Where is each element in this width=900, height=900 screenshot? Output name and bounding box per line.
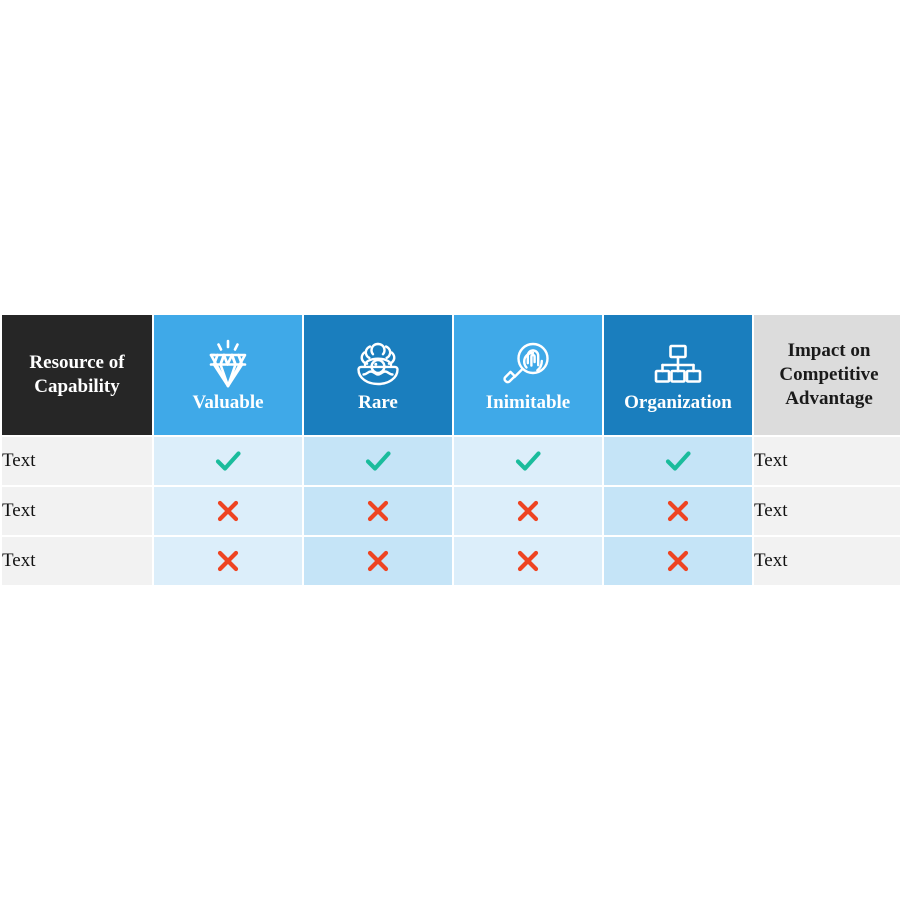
cell-organization[interactable] — [604, 437, 752, 485]
header-label-rare: Rare — [358, 391, 398, 413]
check-icon — [213, 451, 243, 471]
check-icon — [663, 451, 693, 471]
cell-organization[interactable] — [604, 487, 752, 535]
cell-resource: Text — [2, 487, 152, 535]
cross-icon — [663, 500, 693, 522]
cell-inimitable[interactable] — [454, 437, 602, 485]
diamond-icon — [200, 339, 256, 391]
header-label-organization: Organization — [624, 391, 732, 413]
oyster-pearl-icon — [350, 339, 406, 391]
fingerprint-magnifier-icon — [500, 339, 556, 391]
cross-icon — [363, 500, 393, 522]
cell-valuable[interactable] — [154, 537, 302, 585]
org-chart-icon — [650, 339, 706, 391]
header-label-valuable: Valuable — [192, 391, 264, 413]
cross-icon — [363, 550, 393, 572]
cell-inimitable[interactable] — [454, 537, 602, 585]
header-impact-competitive-advantage: Impact on Competitive Advantage — [754, 315, 900, 435]
cell-inimitable[interactable] — [454, 487, 602, 535]
cell-rare[interactable] — [304, 437, 452, 485]
cell-impact: Text — [754, 487, 900, 535]
check-icon — [513, 451, 543, 471]
cell-valuable[interactable] — [154, 487, 302, 535]
cell-impact: Text — [754, 437, 900, 485]
header-column-valuable[interactable]: Valuable — [154, 315, 302, 435]
cross-icon — [213, 500, 243, 522]
header-column-organization[interactable]: Organization — [604, 315, 752, 435]
vrio-framework-canvas: Resource of Capability Valuable Rare Ini… — [0, 0, 900, 900]
header-label-inimitable: Inimitable — [485, 391, 571, 413]
cell-rare[interactable] — [304, 487, 452, 535]
cross-icon — [213, 550, 243, 572]
table-row: Text Text — [2, 437, 900, 485]
check-icon — [363, 451, 393, 471]
vrio-table: Resource of Capability Valuable Rare Ini… — [0, 313, 900, 587]
cell-resource: Text — [2, 437, 152, 485]
table-header-row: Resource of Capability Valuable Rare Ini… — [2, 315, 900, 435]
table-row: Text Text — [2, 537, 900, 585]
cell-resource: Text — [2, 537, 152, 585]
cross-icon — [513, 550, 543, 572]
cell-rare[interactable] — [304, 537, 452, 585]
header-resource-capability: Resource of Capability — [2, 315, 152, 435]
cell-organization[interactable] — [604, 537, 752, 585]
header-column-inimitable[interactable]: Inimitable — [454, 315, 602, 435]
table-row: Text Text — [2, 487, 900, 535]
cell-valuable[interactable] — [154, 437, 302, 485]
cell-impact: Text — [754, 537, 900, 585]
cross-icon — [663, 550, 693, 572]
cross-icon — [513, 500, 543, 522]
header-column-rare[interactable]: Rare — [304, 315, 452, 435]
